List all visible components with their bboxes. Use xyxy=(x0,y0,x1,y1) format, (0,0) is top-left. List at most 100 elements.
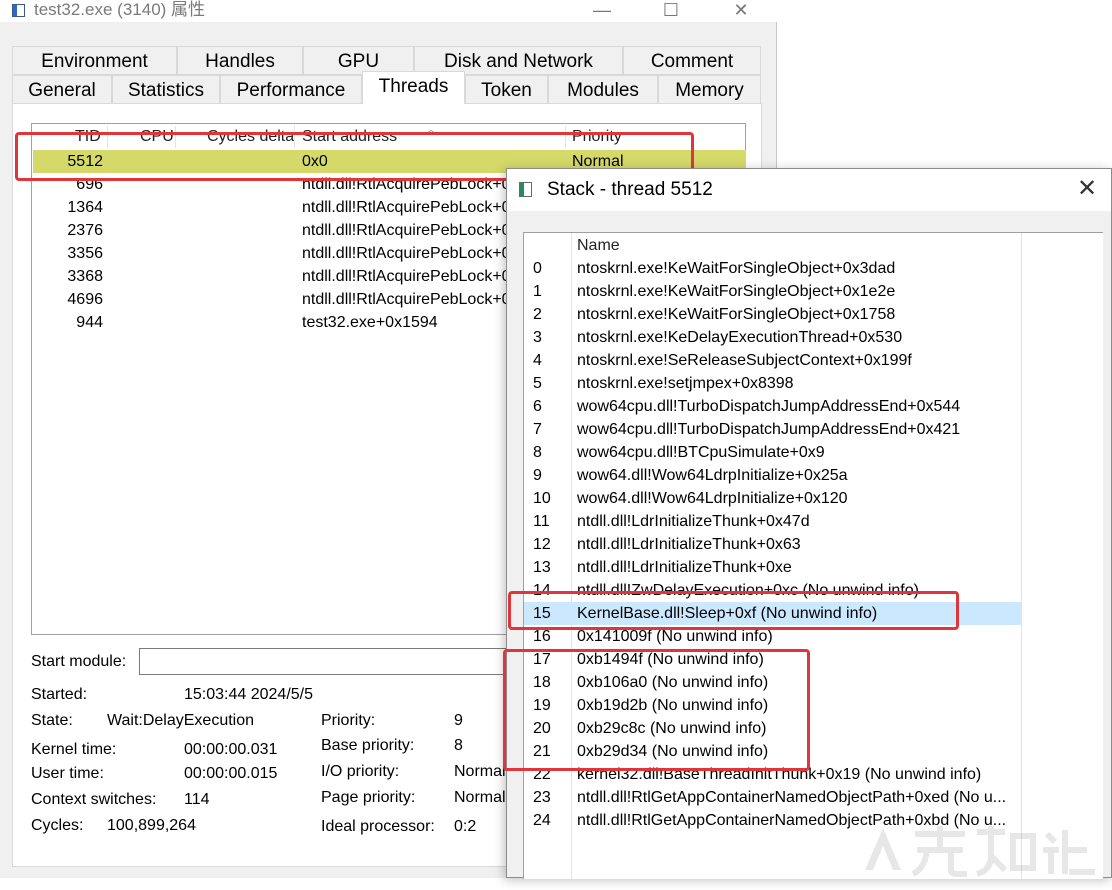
cycles-value: 100,899,264 xyxy=(107,817,196,834)
base-priority-label: Base priority: xyxy=(321,737,415,754)
thread-start-address: ntdll.dll!RtlAcquirePebLock+0 xyxy=(302,222,511,239)
stack-frame-row[interactable]: 8 wow64cpu.dll!BTCpuSimulate+0x9 xyxy=(524,441,1021,464)
thread-start-address: ntdll.dll!RtlAcquirePebLock+0 xyxy=(302,268,511,285)
thread-start-address: ntdll.dll!RtlAcquirePebLock+0 xyxy=(302,199,511,216)
started-value: 15:03:44 2024/5/5 xyxy=(184,686,314,703)
stack-frame-row[interactable]: 4 ntoskrnl.exe!SeReleaseSubjectContext+0x… xyxy=(524,349,1021,372)
window-title: test32.exe (3140) 属性 xyxy=(34,0,206,19)
maximize-button[interactable]: ☐ xyxy=(656,0,686,20)
frame-name: ntoskrnl.exe!KeWaitForSingleObject+0x3da… xyxy=(577,260,896,277)
frame-index: 5 xyxy=(533,375,542,392)
io-priority-value: Normal xyxy=(454,763,506,780)
frame-index: 8 xyxy=(533,444,542,461)
tab-performance[interactable]: Performance xyxy=(220,75,362,104)
context-switches-value: 114 xyxy=(184,791,210,808)
stack-frame-row[interactable]: 13 ntdll.dll!LdrInitializeThunk+0xe xyxy=(524,556,1021,579)
close-icon[interactable]: ✕ xyxy=(1077,177,1097,201)
tab-general[interactable]: General xyxy=(12,75,112,104)
frame-index: 24 xyxy=(533,812,551,829)
thread-start-address: ntdll.dll!RtlAcquirePebLock+0 xyxy=(302,245,511,262)
io-priority-label: I/O priority: xyxy=(321,763,400,780)
tab-threads[interactable]: Threads xyxy=(362,71,465,104)
start-module-field[interactable] xyxy=(139,648,539,675)
stack-window: Stack - thread 5512 ✕ Name 0 ntoskrnl.exe… xyxy=(506,168,1112,880)
stack-frame-row[interactable]: 7 wow64cpu.dll!TurboDispatchJumpAddressEn… xyxy=(524,418,1021,441)
thread-start-address: ntdll.dll!RtlAcquirePebLock+0 xyxy=(302,291,511,308)
priority-label: Priority: xyxy=(321,712,376,729)
frame-index: 0 xyxy=(533,260,542,277)
thread-tid: 4696 xyxy=(67,291,103,308)
page-priority-value: Normal xyxy=(454,789,506,806)
stack-title-bar: Stack - thread 5512 ✕ xyxy=(507,169,1111,211)
frame-name: wow64cpu.dll!BTCpuSimulate+0x9 xyxy=(577,444,825,461)
tab-environment[interactable]: Environment xyxy=(12,46,177,75)
frame-name: wow64cpu.dll!TurboDispatchJumpAddressEnd… xyxy=(577,398,961,415)
thread-tid: 1364 xyxy=(67,199,103,216)
user-time-value: 00:00:00.015 xyxy=(184,765,278,782)
priority-value: 9 xyxy=(454,712,463,729)
minimize-button[interactable]: — xyxy=(587,0,617,20)
frame-name: wow64cpu.dll!TurboDispatchJumpAddressEnd… xyxy=(577,421,961,438)
stack-frame-row[interactable]: 11 ntdll.dll!LdrInitializeThunk+0x47d xyxy=(524,510,1021,533)
stack-frame-row[interactable]: 10 wow64.dll!Wow64LdrpInitialize+0x120 xyxy=(524,487,1021,510)
frame-name: ntoskrnl.exe!SeReleaseSubjectContext+0x1… xyxy=(577,352,912,369)
frame-index: 3 xyxy=(533,329,542,346)
frame-index: 10 xyxy=(533,490,551,507)
start-module-label: Start module: xyxy=(31,653,127,670)
tab-handles[interactable]: Handles xyxy=(177,46,303,75)
kernel-time-label: Kernel time: xyxy=(31,741,117,758)
stack-window-icon xyxy=(519,182,532,197)
column-name[interactable]: Name xyxy=(577,237,620,255)
kernel-time-value: 00:00:00.031 xyxy=(184,741,278,758)
thread-tid: 944 xyxy=(76,314,103,331)
frame-index: 6 xyxy=(533,398,542,415)
watermark xyxy=(855,820,1105,890)
state-label: State: xyxy=(31,712,73,729)
stack-window-title: Stack - thread 5512 xyxy=(547,179,713,200)
column-separator xyxy=(1021,233,1022,880)
stack-frame-row[interactable]: 5 ntoskrnl.exe!setjmpex+0x8398 xyxy=(524,372,1021,395)
tab-memory[interactable]: Memory xyxy=(658,75,761,104)
frame-index: 4 xyxy=(533,352,542,369)
annotation-box-unknown-frames xyxy=(503,649,810,771)
frame-index: 11 xyxy=(533,513,550,530)
title-bar: test32.exe (3140) 属性 — ☐ ✕ xyxy=(0,0,777,22)
close-button[interactable]: ✕ xyxy=(726,0,756,20)
frame-name: ntdll.dll!LdrInitializeThunk+0xe xyxy=(577,559,792,576)
frame-name: wow64.dll!Wow64LdrpInitialize+0x25a xyxy=(577,467,848,484)
watermark-logo xyxy=(865,826,1095,877)
frame-index: 7 xyxy=(533,421,542,438)
stack-frame-list[interactable]: Name 0 ntoskrnl.exe!KeWaitForSingleObject… xyxy=(523,232,1103,880)
annotation-box-sleep-frame xyxy=(508,591,959,630)
cycles-label: Cycles: xyxy=(31,817,84,834)
thread-start-address: test32.exe+0x1594 xyxy=(302,314,438,331)
frame-name: ntdll.dll!LdrInitializeThunk+0x47d xyxy=(577,513,810,530)
frame-index: 23 xyxy=(533,789,551,806)
stack-frame-row[interactable]: 9 wow64.dll!Wow64LdrpInitialize+0x25a xyxy=(524,464,1021,487)
frame-index: 1 xyxy=(533,283,542,300)
stack-frame-row[interactable]: 12 ntdll.dll!LdrInitializeThunk+0x63 xyxy=(524,533,1021,556)
thread-tid: 3356 xyxy=(67,245,103,262)
tab-statistics[interactable]: Statistics xyxy=(112,75,220,104)
frame-index: 9 xyxy=(533,467,542,484)
stack-frame-row[interactable]: 3 ntoskrnl.exe!KeDelayExecutionThread+0x5… xyxy=(524,326,1021,349)
stack-frame-row[interactable]: 23 ntdll.dll!RtlGetAppContainerNamedObjec… xyxy=(524,786,1021,809)
tab-comment[interactable]: Comment xyxy=(623,46,761,75)
stack-frame-row[interactable]: 1 ntoskrnl.exe!KeWaitForSingleObject+0x1e… xyxy=(524,280,1021,303)
app-icon xyxy=(12,4,25,17)
thread-tid: 3368 xyxy=(67,268,103,285)
frame-index: 2 xyxy=(533,306,542,323)
ideal-processor-label: Ideal processor: xyxy=(321,818,435,835)
stack-frame-row[interactable]: 6 wow64cpu.dll!TurboDispatchJumpAddressEn… xyxy=(524,395,1021,418)
state-value: Wait:DelayExecution xyxy=(107,712,255,729)
tab-modules[interactable]: Modules xyxy=(548,75,658,104)
page-priority-label: Page priority: xyxy=(321,789,416,806)
tab-token[interactable]: Token xyxy=(465,75,548,104)
frame-name: ntdll.dll!LdrInitializeThunk+0x63 xyxy=(577,536,801,553)
frame-name: ntoskrnl.exe!setjmpex+0x8398 xyxy=(577,375,794,392)
stack-frame-row[interactable]: 2 ntoskrnl.exe!KeWaitForSingleObject+0x17… xyxy=(524,303,1021,326)
frame-name: ntdll.dll!RtlGetAppContainerNamedObjectP… xyxy=(577,789,1007,806)
frame-name: ntoskrnl.exe!KeWaitForSingleObject+0x175… xyxy=(577,306,896,323)
thread-tid: 2376 xyxy=(67,222,103,239)
stack-frame-row[interactable]: 0 ntoskrnl.exe!KeWaitForSingleObject+0x3d… xyxy=(524,257,1021,280)
